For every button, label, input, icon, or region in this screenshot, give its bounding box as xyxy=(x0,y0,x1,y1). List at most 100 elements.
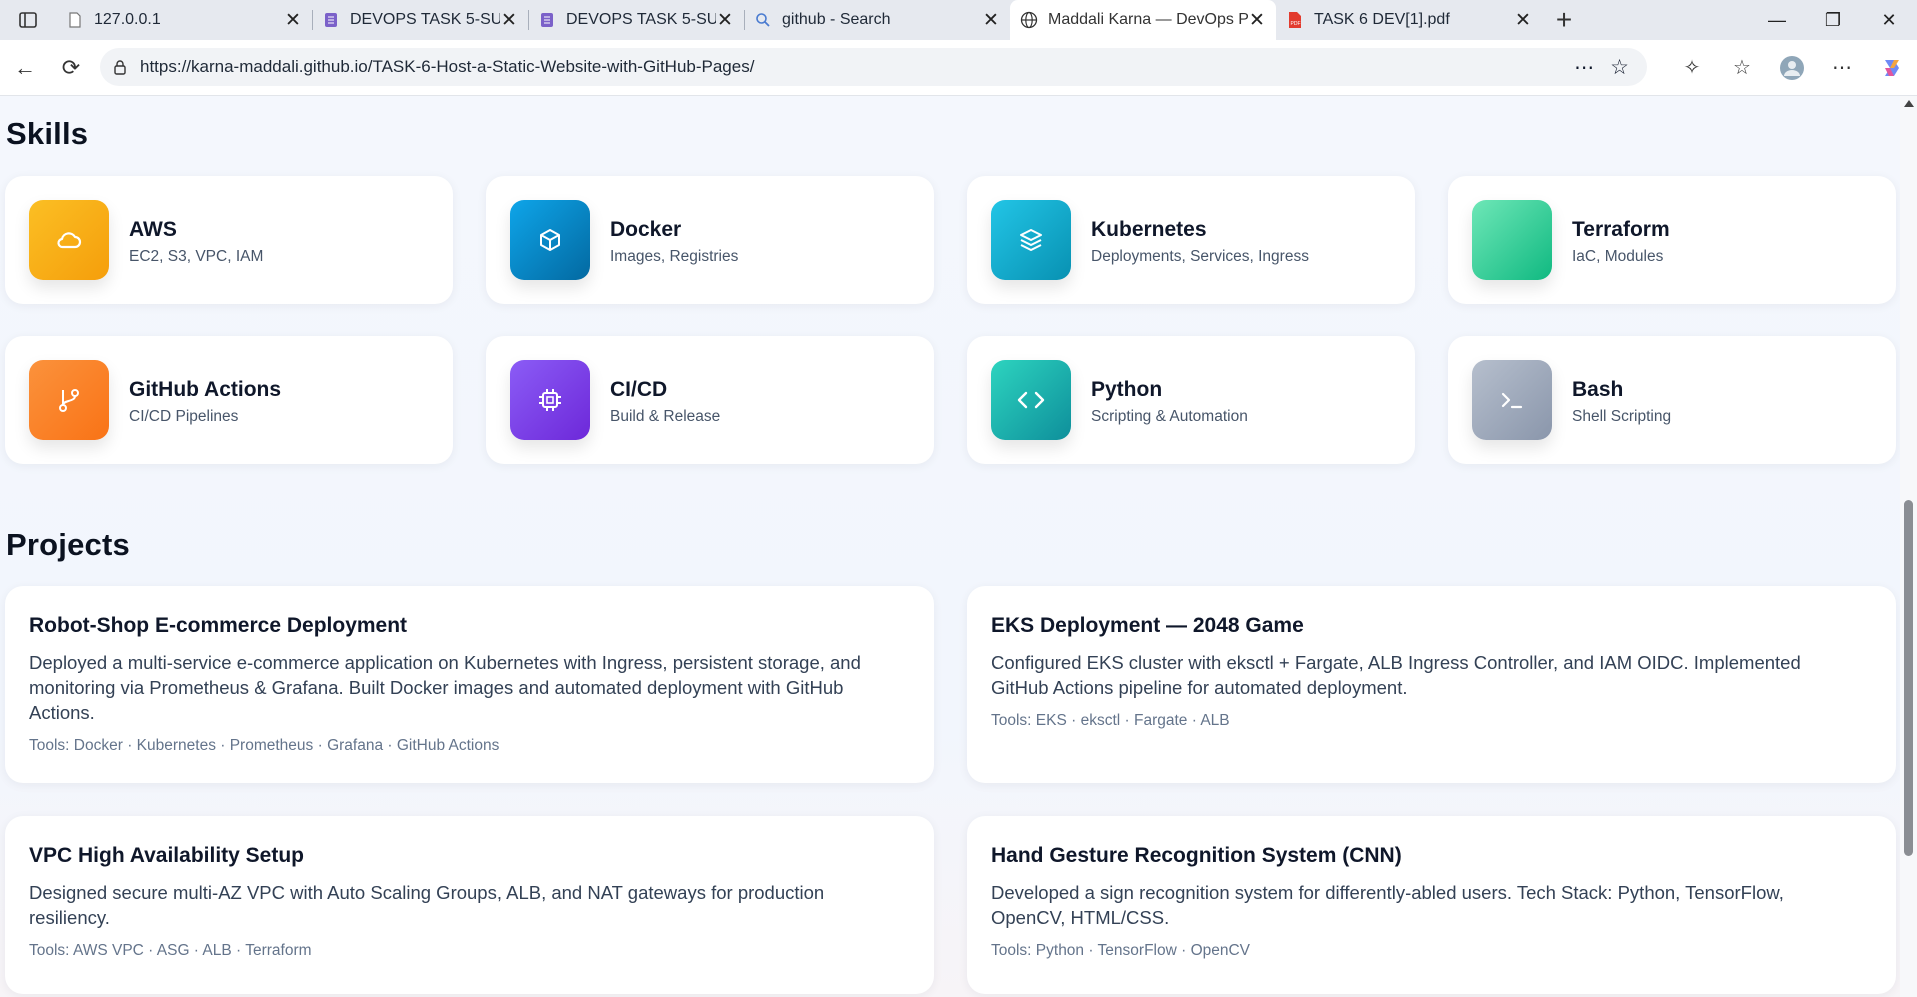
page-icon xyxy=(66,11,84,29)
browser-toolbar: ✧ ☆ ⋯ xyxy=(1667,40,1917,95)
globe-icon xyxy=(1020,11,1038,29)
cloud-icon xyxy=(29,200,109,280)
back-button[interactable]: ← xyxy=(2,45,48,91)
tab-6[interactable]: PDF TASK 6 DEV[1].pdf ✕ xyxy=(1276,0,1542,40)
url-text: https://karna-maddali.github.io/TASK-6-H… xyxy=(140,57,755,76)
tab-title: DEVOPS TASK 5-SUBMISSION xyxy=(566,11,716,28)
tab-title: 127.0.0.1 xyxy=(94,11,161,28)
tab-close-icon[interactable]: ✕ xyxy=(1248,9,1266,32)
close-window-icon[interactable]: ✕ xyxy=(1861,0,1917,40)
skill-name: CI/CD xyxy=(610,378,668,401)
projects-heading: Projects xyxy=(6,527,130,562)
skill-card-docker: Docker Images, Registries xyxy=(486,176,934,304)
restore-icon[interactable]: ❐ xyxy=(1805,0,1861,40)
skill-name: GitHub Actions xyxy=(129,378,282,401)
skill-name: Docker xyxy=(610,218,682,241)
sidebar-toggle-button[interactable] xyxy=(0,0,56,40)
tab-1[interactable]: 127.0.0.1 ✕ xyxy=(56,0,312,40)
minimize-icon[interactable]: — xyxy=(1749,0,1805,40)
more-menu-icon[interactable]: ⋯ xyxy=(1817,55,1867,80)
skill-card-aws: AWS EC2, S3, VPC, IAM xyxy=(5,176,453,304)
project-description: Configured EKS cluster with eksctl + Far… xyxy=(991,652,1801,698)
address-bar: ← ⟳ https://karna-maddali.github.io/TASK… xyxy=(0,40,1917,96)
favorite-star-icon[interactable]: ☆ xyxy=(1610,55,1629,80)
copilot-icon[interactable] xyxy=(1867,56,1917,80)
skill-card-cicd: CI/CD Build & Release xyxy=(486,336,934,464)
form-icon xyxy=(322,11,340,29)
project-description: Designed secure multi-AZ VPC with Auto S… xyxy=(29,882,825,928)
skill-card-github-actions: GitHub Actions CI/CD Pipelines xyxy=(5,336,453,464)
skill-desc: Build & Release xyxy=(610,408,721,425)
tab-close-icon[interactable]: ✕ xyxy=(716,9,734,32)
page-viewport: Skills AWS EC2, S3, VPC, IAM Docker Imag… xyxy=(0,96,1900,997)
tab-close-icon[interactable]: ✕ xyxy=(982,9,1000,32)
tab-close-icon[interactable]: ✕ xyxy=(1514,9,1532,32)
terminal-icon xyxy=(1472,360,1552,440)
refresh-icon: ⟳ xyxy=(61,54,81,80)
search-icon xyxy=(754,11,772,29)
skill-name: AWS xyxy=(129,218,177,241)
tab-title: DEVOPS TASK 5-SUBMISSION xyxy=(350,11,500,28)
skill-desc: Images, Registries xyxy=(610,248,739,265)
vertical-scrollbar[interactable] xyxy=(1900,96,1917,997)
pdf-icon: PDF xyxy=(1286,11,1304,29)
project-card: Robot-Shop E-commerce Deployment Deploye… xyxy=(5,586,934,783)
tab-2[interactable]: DEVOPS TASK 5-SUBMISSION ✕ xyxy=(312,0,528,40)
svg-text:PDF: PDF xyxy=(1291,21,1301,27)
scroll-up-arrow-icon[interactable] xyxy=(1904,100,1914,107)
project-tools: Tools: EKS · eksctl · Fargate · ALB xyxy=(991,712,1230,729)
profile-avatar[interactable] xyxy=(1767,55,1817,81)
new-tab-button[interactable]: + xyxy=(1542,0,1586,40)
tab-4[interactable]: github - Search ✕ xyxy=(744,0,1010,40)
project-tools: Tools: AWS VPC · ASG · ALB · Terraform xyxy=(29,942,312,959)
project-tools: Tools: Python · TensorFlow · OpenCV xyxy=(991,942,1251,959)
refresh-button[interactable]: ⟳ xyxy=(48,45,94,91)
project-title: Hand Gesture Recognition System (CNN) xyxy=(991,844,1402,867)
skill-desc: Deployments, Services, Ingress xyxy=(1091,248,1309,265)
git-branch-icon xyxy=(29,360,109,440)
tab-close-icon[interactable]: ✕ xyxy=(284,9,302,32)
sidebar-icon xyxy=(19,12,37,28)
url-field[interactable]: https://karna-maddali.github.io/TASK-6-H… xyxy=(100,48,1647,86)
project-card: Hand Gesture Recognition System (CNN) De… xyxy=(967,816,1896,994)
reader-options-icon[interactable]: ⋯ xyxy=(1574,55,1594,80)
tab-strip: 127.0.0.1 ✕ DEVOPS TASK 5-SUBMISSION ✕ D… xyxy=(0,0,1917,40)
skill-name: Python xyxy=(1091,378,1163,401)
skill-card-bash: Bash Shell Scripting xyxy=(1448,336,1896,464)
skill-card-terraform: Terraform IaC, Modules xyxy=(1448,176,1896,304)
layers-icon xyxy=(991,200,1071,280)
skill-desc: Shell Scripting xyxy=(1572,408,1672,425)
tab-3[interactable]: DEVOPS TASK 5-SUBMISSION ✕ xyxy=(528,0,744,40)
tab-title: Maddali Karna — DevOps Portfolio xyxy=(1048,11,1248,28)
tab-5-active[interactable]: Maddali Karna — DevOps Portfolio ✕ xyxy=(1010,0,1276,40)
skill-card-kubernetes: Kubernetes Deployments, Services, Ingres… xyxy=(967,176,1415,304)
tab-title: TASK 6 DEV[1].pdf xyxy=(1314,11,1450,28)
back-arrow-icon: ← xyxy=(14,54,36,80)
skill-desc: IaC, Modules xyxy=(1572,248,1664,265)
skill-name: Kubernetes xyxy=(1091,218,1207,241)
terraform-badge xyxy=(1472,200,1552,280)
project-card: EKS Deployment — 2048 Game Configured EK… xyxy=(967,586,1896,783)
project-card: VPC High Availability Setup Designed sec… xyxy=(5,816,934,994)
project-title: EKS Deployment — 2048 Game xyxy=(991,614,1304,637)
plus-icon: + xyxy=(1555,4,1573,35)
project-title: Robot-Shop E-commerce Deployment xyxy=(29,614,408,637)
skills-heading: Skills xyxy=(6,116,89,151)
form-icon xyxy=(538,11,556,29)
window-controls: — ❐ ✕ xyxy=(1749,0,1917,40)
favorites-icon[interactable]: ☆ xyxy=(1717,55,1767,80)
project-description: Developed a sign recognition system for … xyxy=(991,882,1784,928)
tab-close-icon[interactable]: ✕ xyxy=(500,9,518,32)
code-icon xyxy=(991,360,1071,440)
skill-desc: CI/CD Pipelines xyxy=(129,408,239,425)
lock-icon xyxy=(100,59,140,75)
tab-title: github - Search xyxy=(782,11,891,28)
extensions-icon[interactable]: ✧ xyxy=(1667,55,1717,80)
project-tools: Tools: Docker · Kubernetes · Prometheus … xyxy=(29,737,500,754)
project-description: Deployed a multi-service e-commerce appl… xyxy=(29,652,861,723)
skill-name: Bash xyxy=(1572,378,1624,401)
skill-desc: Scripting & Automation xyxy=(1091,408,1248,425)
skill-desc: EC2, S3, VPC, IAM xyxy=(129,248,264,265)
scrollbar-thumb[interactable] xyxy=(1904,500,1913,856)
skill-name: Terraform xyxy=(1572,218,1670,241)
